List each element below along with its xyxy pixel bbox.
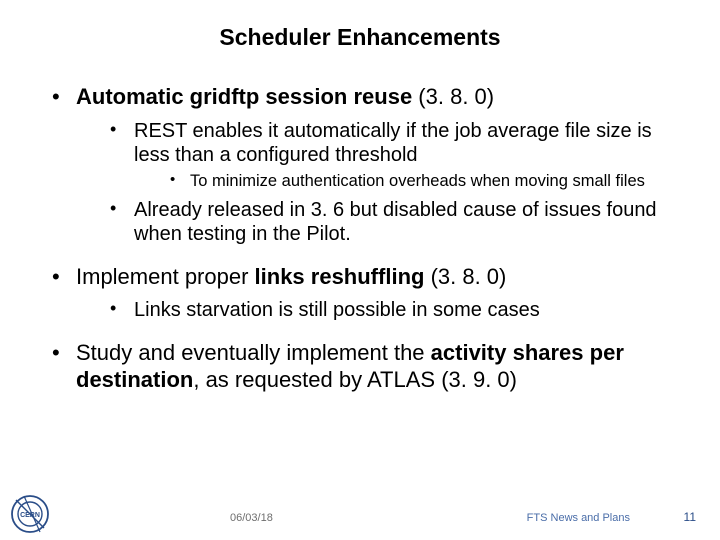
cern-logo-icon: CERN [10, 494, 50, 534]
bullet-1-sub-1a-text: To minimize authentication overheads whe… [190, 172, 645, 190]
footer: CERN 06/03/18 FTS News and Plans 11 [0, 494, 720, 540]
bullet-1-sub-2: Already released in 3. 6 but disabled ca… [104, 198, 680, 247]
bullet-1-text: Automatic gridftp session reuse (3. 8. 0… [76, 84, 494, 109]
bullet-3-post: , as requested by ATLAS (3. 9. 0) [193, 367, 517, 392]
bullet-1-bold: Automatic gridftp session reuse [76, 84, 412, 109]
bullet-list: Automatic gridftp session reuse (3. 8. 0… [48, 83, 680, 394]
bullet-1-sublist: REST enables it automatically if the job… [76, 119, 680, 247]
bullet-3-text: Study and eventually implement the activ… [76, 340, 624, 393]
svg-text:CERN: CERN [20, 512, 40, 519]
slide-content: Automatic gridftp session reuse (3. 8. 0… [40, 83, 680, 394]
slide: Scheduler Enhancements Automatic gridftp… [0, 0, 720, 540]
bullet-1-sub-1a: To minimize authentication overheads whe… [164, 171, 680, 192]
bullet-2-post: (3. 8. 0) [424, 264, 506, 289]
bullet-1: Automatic gridftp session reuse (3. 8. 0… [48, 83, 680, 247]
bullet-2-sublist: Links starvation is still possible in so… [76, 298, 680, 322]
bullet-1-sub-1: REST enables it automatically if the job… [104, 119, 680, 192]
bullet-2: Implement proper links reshuffling (3. 8… [48, 263, 680, 323]
bullet-2-bold: links reshuffling [255, 264, 425, 289]
footer-title: FTS News and Plans [527, 512, 630, 524]
bullet-1-sub-1-sublist: To minimize authentication overheads whe… [134, 171, 680, 192]
footer-date: 06/03/18 [230, 512, 273, 524]
footer-page-number: 11 [684, 510, 696, 524]
slide-title: Scheduler Enhancements [40, 24, 680, 51]
bullet-3-pre: Study and eventually implement the [76, 340, 431, 365]
bullet-3: Study and eventually implement the activ… [48, 339, 680, 394]
bullet-2-pre: Implement proper [76, 264, 255, 289]
bullet-1-sub-1-text: REST enables it automatically if the job… [134, 120, 652, 166]
bullet-2-text: Implement proper links reshuffling (3. 8… [76, 264, 506, 289]
bullet-2-sub-1: Links starvation is still possible in so… [104, 298, 680, 322]
bullet-1-sub-2-text: Already released in 3. 6 but disabled ca… [134, 199, 657, 245]
bullet-1-suffix: (3. 8. 0) [412, 84, 494, 109]
bullet-2-sub-1-text: Links starvation is still possible in so… [134, 299, 540, 321]
